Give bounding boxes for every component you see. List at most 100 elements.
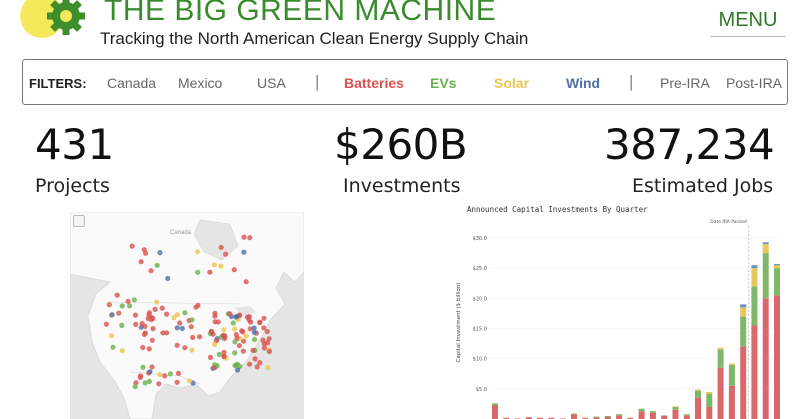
bar-segment[interactable] — [672, 406, 679, 408]
bar-segment[interactable] — [762, 244, 769, 254]
filter-batteries[interactable]: Batteries — [344, 75, 404, 91]
project-marker[interactable] — [261, 325, 267, 331]
filter-solar[interactable]: Solar — [494, 75, 529, 91]
project-marker[interactable] — [261, 315, 267, 321]
filter-post-ira[interactable]: Post-IRA — [726, 75, 782, 91]
project-marker[interactable] — [216, 351, 222, 357]
project-marker[interactable] — [218, 244, 224, 250]
bar-segment[interactable] — [661, 415, 668, 417]
project-marker[interactable] — [165, 275, 171, 281]
project-marker[interactable] — [132, 384, 138, 390]
project-marker[interactable] — [143, 250, 149, 256]
project-marker[interactable] — [233, 332, 239, 338]
bar-segment[interactable] — [672, 406, 679, 410]
search-icon[interactable] — [73, 215, 85, 227]
brand-title[interactable]: THE BIG GREEN MACHINE — [104, 0, 496, 28]
project-marker[interactable] — [146, 346, 152, 352]
project-marker[interactable] — [146, 312, 152, 318]
project-marker[interactable] — [214, 363, 220, 369]
project-marker[interactable] — [133, 321, 139, 327]
filter-evs[interactable]: EVs — [430, 75, 456, 91]
filter-pre-ira[interactable]: Pre-IRA — [660, 75, 710, 91]
bar-segment[interactable] — [774, 295, 780, 419]
project-marker[interactable] — [195, 302, 201, 308]
project-marker[interactable] — [251, 336, 258, 342]
filter-usa[interactable]: USA — [257, 75, 286, 91]
project-marker[interactable] — [227, 311, 233, 317]
bar-segment[interactable] — [740, 307, 747, 317]
bar-segment[interactable] — [616, 415, 623, 419]
project-marker[interactable] — [241, 249, 247, 255]
project-marker[interactable] — [233, 313, 239, 320]
project-marker[interactable] — [182, 310, 188, 316]
bar-segment[interactable] — [695, 389, 701, 391]
project-marker[interactable] — [119, 322, 125, 328]
bar-segment[interactable] — [751, 286, 758, 326]
project-marker[interactable] — [231, 267, 237, 273]
project-marker[interactable] — [110, 344, 116, 350]
project-marker[interactable] — [174, 342, 180, 348]
bar-segment[interactable] — [728, 364, 735, 386]
bar-segment[interactable] — [492, 405, 498, 419]
project-marker[interactable] — [174, 379, 180, 385]
project-marker[interactable] — [232, 326, 238, 332]
project-marker[interactable] — [140, 364, 146, 370]
bar-segment[interactable] — [740, 346, 747, 419]
project-marker[interactable] — [232, 339, 238, 345]
bar-segment[interactable] — [774, 268, 780, 296]
project-marker[interactable] — [186, 378, 192, 384]
project-marker[interactable] — [208, 329, 214, 335]
project-marker[interactable] — [109, 312, 115, 318]
project-marker[interactable] — [150, 315, 156, 321]
project-marker[interactable] — [157, 250, 163, 256]
project-marker[interactable] — [232, 363, 238, 369]
project-marker[interactable] — [247, 361, 253, 367]
project-marker[interactable] — [265, 340, 271, 346]
bar-segment[interactable] — [593, 416, 600, 418]
project-marker[interactable] — [108, 333, 114, 339]
project-marker[interactable] — [119, 303, 125, 309]
bar-segment[interactable] — [717, 349, 724, 368]
project-marker[interactable] — [119, 348, 125, 354]
bar-segment[interactable] — [717, 367, 724, 419]
bar-segment[interactable] — [695, 390, 701, 398]
project-marker[interactable] — [250, 347, 256, 353]
project-marker[interactable] — [190, 334, 196, 340]
project-marker[interactable] — [240, 348, 246, 354]
project-marker[interactable] — [162, 373, 168, 379]
bar-segment[interactable] — [728, 385, 735, 419]
project-map[interactable]: Canada — [70, 212, 304, 419]
project-marker[interactable] — [164, 311, 170, 317]
bar-segment[interactable] — [751, 265, 758, 269]
project-marker[interactable] — [234, 367, 241, 373]
bar-segment[interactable] — [762, 242, 769, 245]
project-marker[interactable] — [241, 234, 247, 240]
project-marker[interactable] — [150, 326, 156, 332]
project-marker[interactable] — [174, 312, 181, 318]
project-marker[interactable] — [197, 334, 203, 340]
project-marker[interactable] — [207, 269, 213, 275]
bar-segment[interactable] — [774, 265, 780, 269]
project-marker[interactable] — [154, 262, 160, 268]
project-marker[interactable] — [221, 353, 227, 359]
project-marker[interactable] — [265, 365, 271, 371]
project-marker[interactable] — [218, 263, 224, 269]
project-marker[interactable] — [212, 313, 218, 319]
project-marker[interactable] — [147, 369, 153, 375]
project-marker[interactable] — [177, 320, 183, 326]
bar-segment[interactable] — [706, 406, 713, 419]
project-marker[interactable] — [252, 356, 258, 362]
project-marker[interactable] — [167, 371, 173, 377]
bar-segment[interactable] — [571, 413, 577, 415]
project-marker[interactable] — [159, 305, 165, 311]
project-marker[interactable] — [244, 314, 250, 320]
bar-segment[interactable] — [706, 393, 713, 407]
project-marker[interactable] — [140, 344, 146, 351]
bar-segment[interactable] — [728, 363, 735, 365]
project-marker[interactable] — [156, 381, 162, 387]
project-marker[interactable] — [239, 328, 245, 334]
project-marker[interactable] — [174, 325, 180, 331]
project-marker[interactable] — [243, 333, 249, 339]
project-marker[interactable] — [131, 297, 137, 303]
project-marker[interactable] — [142, 330, 148, 336]
